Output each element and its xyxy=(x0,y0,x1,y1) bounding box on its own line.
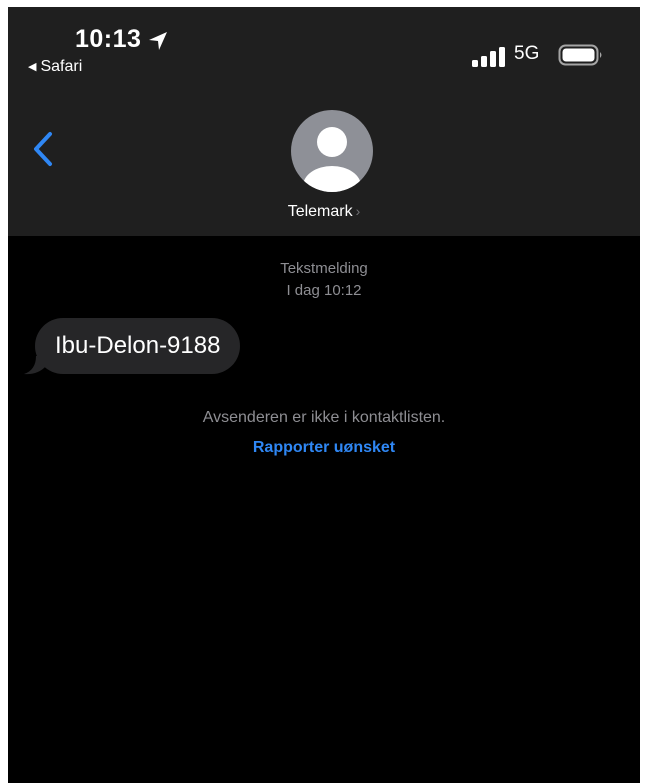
cellular-signal-icon xyxy=(472,47,505,67)
back-chevron-icon[interactable] xyxy=(32,131,54,167)
location-arrow-icon xyxy=(149,32,167,50)
conversation-header: 10:13 ◀ Safari 5G Telemark › xyxy=(8,7,640,236)
back-triangle-icon: ◀ xyxy=(28,61,37,73)
back-to-app-label: Safari xyxy=(40,58,83,75)
unknown-sender-notice: Avsenderen er ikke i kontaktlisten. xyxy=(202,409,446,426)
message-timestamp: I dag 10:12 xyxy=(286,282,362,299)
network-type: 5G xyxy=(514,43,540,64)
contact-name: Telemark xyxy=(287,203,353,220)
chevron-right-icon: › xyxy=(355,203,361,219)
contact-avatar[interactable] xyxy=(291,110,373,192)
report-junk-link[interactable]: Rapporter uønsket xyxy=(8,439,640,457)
status-time: 10:13 xyxy=(75,25,142,53)
person-silhouette-icon xyxy=(303,127,361,192)
message-type-label: Tekstmelding xyxy=(280,260,368,277)
incoming-message-bubble[interactable]: Ibu-Delon-9188 xyxy=(35,318,241,374)
contact-name-button[interactable]: Telemark › xyxy=(8,203,640,221)
messages-screen: 10:13 ◀ Safari 5G Telemark › Tekstmeldin… xyxy=(8,7,640,783)
back-to-app-button[interactable]: ◀ Safari xyxy=(28,58,82,76)
battery-icon xyxy=(558,44,602,66)
